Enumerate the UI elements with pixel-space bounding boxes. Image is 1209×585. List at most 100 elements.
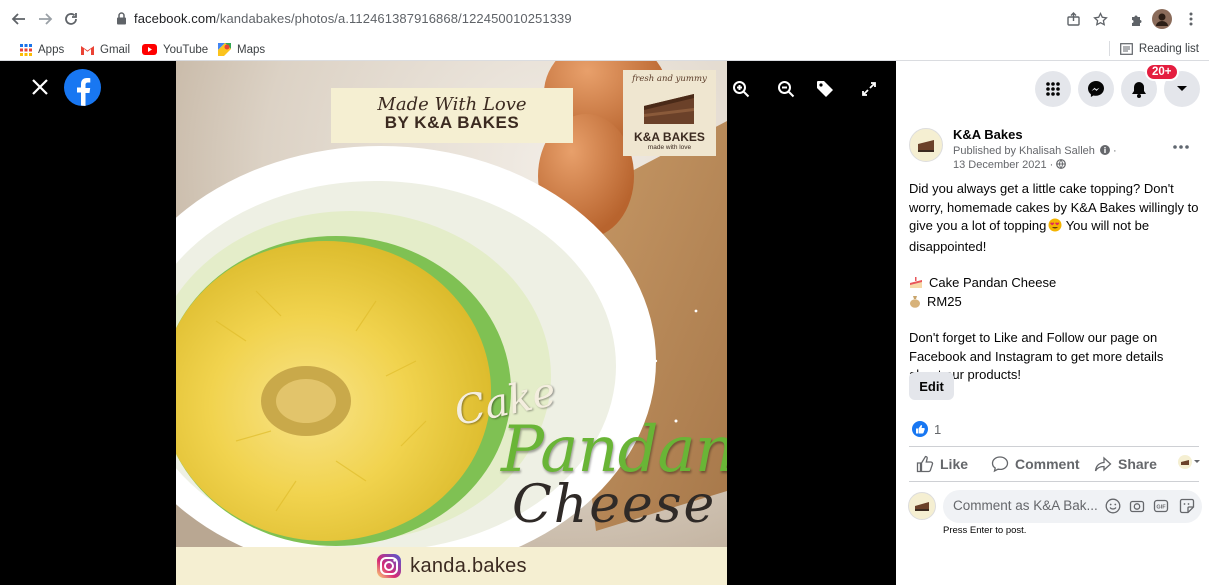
share-page-icon[interactable] [1062, 8, 1084, 30]
item-line: Cake Pandan Cheese [909, 274, 1199, 293]
info-icon[interactable] [1099, 145, 1110, 155]
share-label: Share [1118, 456, 1157, 472]
comment-button[interactable]: Comment [991, 455, 1080, 473]
separator-dot: · [1113, 145, 1117, 157]
zoom-out-button[interactable] [776, 79, 796, 99]
messenger-button[interactable] [1078, 71, 1114, 107]
divider-top [909, 446, 1199, 447]
extensions-puzzle-icon[interactable] [1125, 8, 1147, 30]
close-viewer-button[interactable] [29, 76, 51, 98]
youtube-icon [142, 44, 157, 55]
like-reaction-icon [912, 421, 928, 437]
cheese-word-text: Cheese [512, 475, 717, 535]
like-button[interactable]: Like [916, 455, 968, 473]
profile-avatar[interactable] [1151, 8, 1173, 30]
reload-button[interactable] [60, 8, 82, 30]
notifications-badge: 20+ [1145, 63, 1179, 81]
money-bag-emoji-icon [909, 295, 921, 309]
url-path: /kandabakes/photos/a.112461387916868/122… [216, 11, 572, 26]
banner-script-text: Made With Love [377, 94, 527, 115]
cake-slice-emoji-icon [909, 277, 923, 289]
more-dots-icon [1173, 145, 1189, 149]
reading-list-icon [1120, 42, 1133, 55]
photo-viewer: Made With Love BY K&A BAKES fresh and yu… [0, 61, 896, 585]
kanda-logo-icon [918, 140, 934, 152]
commenter-avatar [908, 492, 936, 520]
fullscreen-button[interactable] [859, 79, 879, 99]
cake-slice-icon [644, 94, 694, 124]
messenger-icon [1088, 81, 1104, 97]
zoom-in-icon [733, 81, 750, 98]
badge-brand-name: K&A BAKES [634, 130, 705, 144]
camera-icon[interactable] [1129, 498, 1145, 514]
maps-icon [218, 43, 231, 56]
bookmark-label: Maps [237, 43, 266, 56]
post-date-text[interactable]: 13 December 2021 · [953, 159, 1053, 171]
back-button[interactable] [8, 8, 30, 30]
forward-button[interactable] [34, 8, 56, 30]
forward-arrow-icon [39, 13, 53, 25]
comment-label: Comment [1015, 456, 1080, 472]
browser-toolbar: facebook.com/kandabakes/photos/a.1124613… [0, 0, 1209, 38]
reading-list[interactable]: Reading list [1108, 41, 1199, 56]
post-date: 13 December 2021 · [953, 159, 1067, 171]
bookmark-star-icon[interactable] [1089, 8, 1111, 30]
menu-grid-icon [1046, 82, 1060, 96]
lock-icon[interactable] [116, 12, 127, 30]
browser-menu-icon[interactable] [1180, 8, 1202, 30]
edit-button[interactable]: Edit [909, 372, 954, 400]
reactions-summary[interactable]: 1 [912, 421, 941, 437]
tag-photo-button[interactable] [815, 79, 835, 99]
like-label: Like [940, 456, 969, 472]
badge-tagline: fresh and yummy [632, 74, 707, 84]
instagram-handle: kanda.bakes [410, 554, 527, 577]
bookmark-separator [1108, 41, 1110, 56]
post-photo[interactable]: Made With Love BY K&A BAKES fresh and yu… [176, 61, 727, 585]
instagram-handle-bar: kanda.bakes [176, 547, 727, 585]
facebook-f-icon [77, 78, 91, 106]
address-bar[interactable]: facebook.com/kandabakes/photos/a.1124613… [104, 5, 1104, 33]
gif-icon[interactable]: GIF [1153, 498, 1169, 514]
emoji-icon[interactable] [1105, 498, 1121, 514]
tag-icon [817, 81, 833, 97]
published-by-text: Published by Khalisah Salleh [953, 145, 1095, 157]
share-button[interactable]: Share [1094, 455, 1157, 473]
globe-icon [1056, 159, 1067, 169]
menu-button[interactable] [1035, 71, 1071, 107]
post-message: Did you always get a little cake topping… [909, 180, 1199, 385]
thumbs-up-icon [916, 455, 934, 473]
sticker-icon[interactable] [1179, 498, 1195, 514]
url-host: facebook.com [134, 11, 217, 26]
item-price: RM25 [927, 293, 962, 309]
reload-icon [65, 13, 77, 25]
bell-icon [1132, 81, 1146, 98]
price-line: RM25 [909, 293, 1199, 312]
page-avatar-small-icon [1178, 455, 1200, 469]
heart-eyes-emoji-icon [1048, 218, 1062, 238]
url-text: facebook.com/kandabakes/photos/a.1124613… [134, 11, 572, 26]
post-options-button[interactable] [1173, 136, 1189, 154]
comment-placeholder: Comment as K&A Bak... [953, 498, 1098, 513]
apps-grid-icon [20, 43, 32, 56]
zoom-in-button[interactable] [731, 79, 751, 99]
page-name-link[interactable]: K&A Bakes [953, 127, 1023, 142]
instagram-icon [377, 554, 402, 578]
press-enter-hint: Press Enter to post. [943, 525, 1027, 536]
bookmark-maps[interactable]: Maps [218, 41, 265, 58]
bookmark-label: Gmail [100, 43, 131, 56]
kanda-bakes-badge: fresh and yummy K&A BAKES made with love [623, 70, 716, 156]
item-name: Cake Pandan Cheese [929, 275, 1057, 290]
back-arrow-icon [11, 13, 25, 25]
bookmark-label: YouTube [163, 43, 209, 56]
bookmark-apps[interactable]: Apps [20, 41, 64, 58]
page-avatar[interactable] [909, 128, 943, 162]
expand-icon [862, 82, 876, 96]
bookmark-youtube[interactable]: YouTube [142, 41, 208, 58]
comment-bubble-icon [991, 455, 1009, 473]
post-as-selector[interactable] [1178, 455, 1200, 469]
reaction-count: 1 [934, 421, 942, 437]
comment-input[interactable]: Comment as K&A Bak... GIF [943, 490, 1202, 523]
zoom-out-icon [778, 81, 795, 98]
facebook-logo[interactable] [64, 69, 101, 106]
bookmark-gmail[interactable]: Gmail [81, 41, 130, 58]
